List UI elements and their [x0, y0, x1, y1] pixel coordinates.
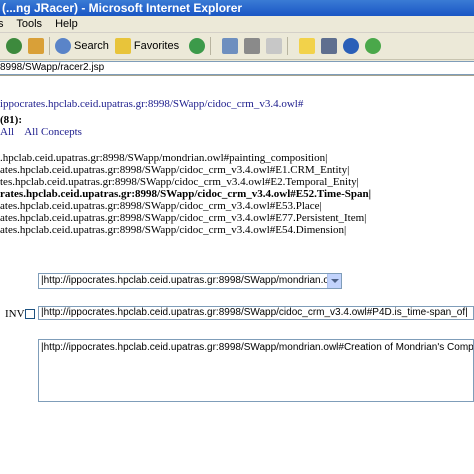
mail-icon[interactable]	[222, 38, 239, 54]
page-content: ippocrates.hpclab.ceid.upatras.gr:8998/S…	[0, 76, 474, 474]
favorites-icon	[114, 38, 131, 54]
inv-checkbox[interactable]	[25, 309, 35, 319]
folder-icon[interactable]	[299, 38, 316, 54]
concept-item[interactable]: tes.hpclab.ceid.upatras.gr:8998/SWapp/ci…	[0, 176, 474, 188]
concept-list: .hpclab.ceid.upatras.gr:8998/SWapp/mondr…	[0, 152, 474, 236]
toolbar-separator	[287, 37, 289, 55]
menu-item-help[interactable]: Help	[55, 18, 78, 30]
search-button[interactable]: Search	[55, 38, 109, 54]
messenger-icon[interactable]	[321, 38, 338, 54]
concept-item[interactable]: ates.hpclab.ceid.upatras.gr:8998/SWapp/c…	[0, 200, 474, 212]
window-title: (...ng JRacer) - Microsoft Internet Expl…	[2, 1, 243, 15]
search-icon	[55, 38, 71, 54]
media-icon[interactable]	[189, 38, 206, 54]
home-icon[interactable]	[28, 38, 44, 54]
filter-all-concepts-link[interactable]: All Concepts	[24, 126, 82, 138]
toolbar: Search Favorites	[0, 33, 474, 60]
concept-item[interactable]: ates.hpclab.ceid.upatras.gr:8998/SWapp/c…	[0, 224, 474, 236]
menu-bar: s Tools Help	[0, 16, 474, 33]
filter-all-link[interactable]: All	[0, 126, 14, 138]
edit-icon[interactable]	[266, 38, 283, 54]
toolbar-separator	[49, 37, 50, 55]
namespace-link[interactable]: ippocrates.hpclab.ceid.upatras.gr:8998/S…	[0, 98, 303, 110]
menu-item-view[interactable]: s	[0, 18, 4, 30]
favorites-button[interactable]: Favorites	[113, 38, 179, 54]
favorites-button-label: Favorites	[133, 40, 180, 52]
refresh-icon[interactable]	[6, 38, 22, 54]
toolbar-separator	[210, 37, 212, 55]
search-button-label: Search	[74, 40, 109, 52]
concept-item[interactable]: ates.hpclab.ceid.upatras.gr:8998/SWapp/c…	[0, 164, 474, 176]
concept-count: (81):	[0, 114, 22, 126]
menu-item-tools[interactable]: Tools	[16, 18, 42, 30]
concept-filter-links: All All Concepts	[0, 126, 90, 138]
chevron-down-icon[interactable]	[327, 274, 341, 288]
contacts-icon[interactable]	[365, 38, 382, 54]
address-bar: 8998/SWapp/racer2.jsp	[0, 60, 474, 76]
value-textarea[interactable]: |http://ippocrates.hpclab.ceid.upatras.g…	[38, 339, 474, 402]
individual-select[interactable]: |http://ippocrates.hpclab.ceid.upatras.g…	[38, 273, 342, 289]
bluetooth-icon[interactable]	[343, 38, 360, 54]
concept-item-selected[interactable]: rates.hpclab.ceid.upatras.gr:8998/SWapp/…	[0, 188, 474, 200]
inv-label: INV	[5, 308, 25, 320]
print-icon[interactable]	[244, 38, 261, 54]
address-input[interactable]: 8998/SWapp/racer2.jsp	[0, 61, 474, 75]
individual-select-value: |http://ippocrates.hpclab.ceid.upatras.g…	[41, 275, 342, 286]
concept-item[interactable]: ates.hpclab.ceid.upatras.gr:8998/SWapp/c…	[0, 212, 474, 224]
concept-item[interactable]: .hpclab.ceid.upatras.gr:8998/SWapp/mondr…	[0, 152, 474, 164]
window-title-bar: (...ng JRacer) - Microsoft Internet Expl…	[0, 0, 474, 16]
property-field[interactable]: |http://ippocrates.hpclab.ceid.upatras.g…	[38, 306, 474, 320]
